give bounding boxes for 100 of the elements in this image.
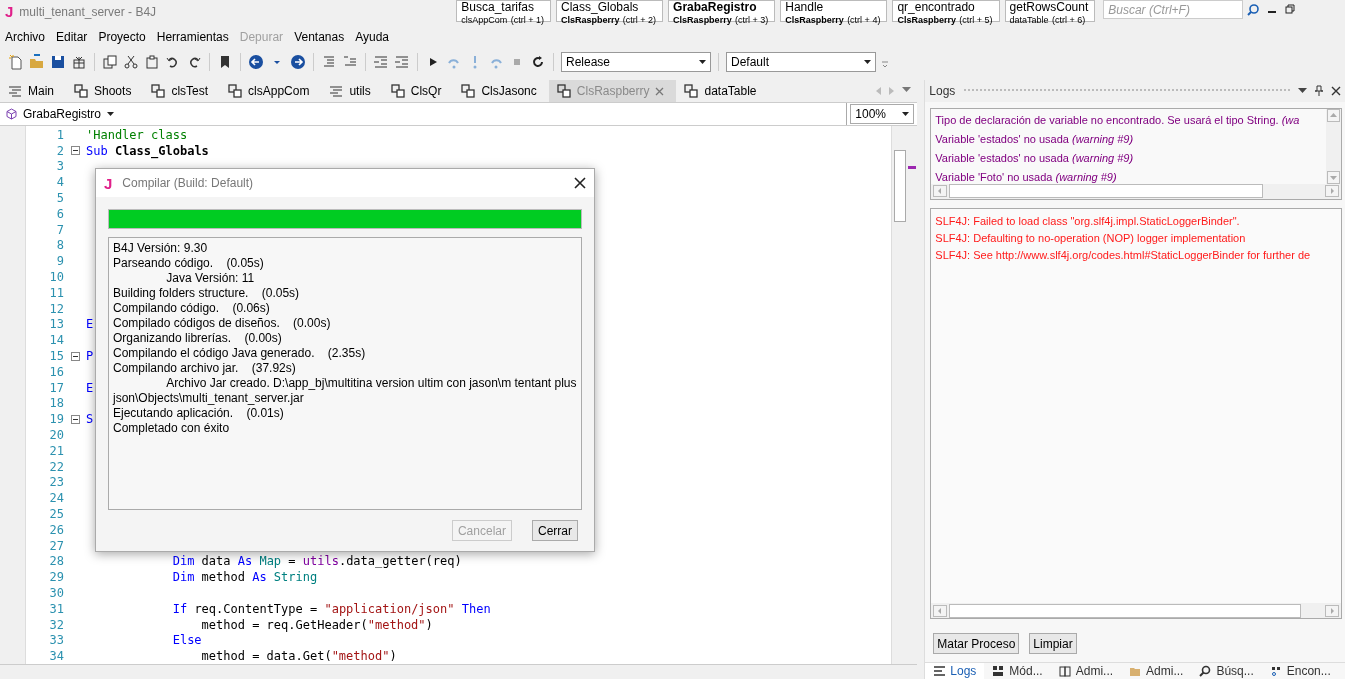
module-tab[interactable]: dataTable	[676, 80, 769, 102]
caret-icon[interactable]	[864, 60, 871, 64]
class-module-icon	[74, 84, 88, 98]
line-number: 22	[48, 459, 64, 474]
code-line: 'Handler class	[86, 127, 188, 142]
module-tab[interactable]: Shoots	[66, 80, 144, 102]
line-number: 20	[48, 428, 64, 443]
scrollbar-thumb[interactable]	[949, 184, 1264, 199]
line-number: 19	[48, 412, 64, 427]
menu-item[interactable]: Herramientas	[155, 30, 239, 44]
line-number: 18	[48, 396, 64, 411]
module-tab[interactable]: ClsJasonc	[453, 80, 549, 102]
menu-item[interactable]: Proyecto	[97, 30, 156, 44]
save-icon[interactable]	[50, 54, 66, 70]
output-line: Parseando código. (0.05s)	[113, 256, 265, 271]
clipboard-icon[interactable]	[144, 54, 160, 70]
line-number: 1	[55, 127, 64, 142]
module-tab[interactable]: clsTest	[143, 80, 221, 102]
output-line: Java Versión: 11	[165, 271, 256, 286]
search-icon	[1247, 3, 1260, 16]
dialog-button[interactable]: Cerrar	[532, 520, 578, 541]
code-line: E	[86, 380, 94, 395]
restart-icon[interactable]	[530, 54, 546, 70]
collapse-icon[interactable]	[70, 146, 80, 156]
panel-button[interactable]: Matar Proceso	[933, 633, 1020, 654]
line-number: 13	[48, 317, 64, 332]
caret-icon[interactable]	[107, 112, 115, 116]
caret-icon[interactable]	[902, 112, 910, 116]
vertical-scrollbar[interactable]	[891, 126, 908, 664]
code-line: P	[86, 349, 94, 364]
copy-icon[interactable]	[102, 54, 118, 70]
caret-icon[interactable]	[1298, 88, 1307, 94]
collapse-icon[interactable]	[70, 351, 80, 361]
app-logo: J	[4, 2, 15, 20]
menu-item[interactable]: Editar	[55, 30, 98, 44]
lines-icon	[933, 665, 946, 677]
module-tab[interactable]: Main	[0, 80, 66, 102]
output-line: Compilado códigos de diseños. (0.00s)	[113, 316, 332, 331]
outdent-icon[interactable]	[373, 54, 389, 70]
warning-line[interactable]: Variable 'estados' no usada (warning #9)	[935, 129, 1322, 149]
scrollbar-thumb[interactable]	[949, 603, 1302, 618]
menu-item[interactable]: Archivo	[4, 30, 55, 44]
code-line: Else	[171, 633, 202, 648]
build-config-dropdown[interactable]: Default	[726, 52, 876, 72]
line-number: 12	[48, 301, 64, 316]
collapse-icon[interactable]	[70, 414, 80, 424]
code-module-icon	[8, 84, 22, 98]
sub-dropdown[interactable]: GrabaRegistro	[0, 103, 848, 125]
book-icon	[1058, 665, 1071, 677]
line-number: 30	[48, 586, 64, 600]
module-tab[interactable]: clsAppCom	[220, 80, 322, 102]
cube-icon	[6, 108, 17, 120]
pin-icon[interactable]	[1315, 85, 1323, 97]
class-module-icon	[461, 84, 476, 98]
lines-icon[interactable]	[321, 54, 337, 70]
menu-item[interactable]: Ventanas	[293, 30, 355, 44]
output-line: Compilando código. (0.06s)	[113, 301, 271, 316]
scrollbar-thumb[interactable]	[894, 150, 907, 222]
warning-line[interactable]: Variable 'Foto' no usada (warning #9)	[935, 167, 1322, 184]
class-module-icon	[390, 84, 405, 98]
caret-icon[interactable]	[699, 60, 706, 64]
restore-icon[interactable]	[1285, 4, 1297, 14]
module-tab[interactable]: ClsQr	[382, 80, 454, 102]
line-number: 10	[48, 270, 64, 285]
indent-icon[interactable]	[394, 54, 410, 70]
build-mode-dropdown[interactable]: Release	[561, 52, 711, 72]
gift-box-icon[interactable]	[71, 54, 87, 70]
new-file-icon[interactable]	[8, 54, 24, 70]
output-line: Organizando librerías. (0.00s)	[113, 331, 283, 346]
panel-tab[interactable]: Búsq...	[1191, 663, 1262, 679]
output-line: Building folders structure. (0.05s)	[113, 286, 301, 301]
zoom-dropdown[interactable]: 100%	[850, 104, 915, 124]
scissors-icon[interactable]	[123, 54, 139, 70]
line-number: 3	[55, 159, 64, 174]
code-line: method = req.GetHeader("method")	[200, 617, 433, 632]
panel-tab[interactable]: Logs	[925, 663, 985, 679]
close-icon[interactable]	[574, 177, 586, 189]
app-logo: J	[104, 174, 113, 192]
code-line: S	[86, 412, 94, 427]
close-icon[interactable]	[1331, 85, 1341, 96]
line-number: 27	[48, 538, 64, 553]
class-module-icon	[228, 84, 243, 98]
open-folder-icon[interactable]	[29, 54, 45, 70]
search-field[interactable]: Buscar (Ctrl+F)	[1103, 0, 1244, 19]
panel-tab[interactable]: Admi...	[1050, 663, 1122, 679]
line-number: 7	[55, 222, 64, 237]
code-editor[interactable]	[0, 126, 918, 664]
code-line: Dim method As String	[171, 570, 318, 585]
panel-tab[interactable]: Mód...	[984, 663, 1051, 679]
line-number: 32	[48, 617, 64, 632]
panel-tab[interactable]: Admi...	[1121, 663, 1192, 679]
line-number: 21	[48, 443, 64, 458]
menu-item[interactable]: Ayuda	[354, 30, 399, 44]
warning-line[interactable]: Variable 'estados' no usada (warning #9)	[935, 148, 1322, 168]
module-tab[interactable]: utils	[321, 80, 383, 102]
line-number: 28	[48, 554, 64, 569]
warning-line[interactable]: Tipo de declaración de variable no encontrado. Se usará el tipo String. (wa	[935, 110, 1322, 130]
panel-button[interactable]: Limpiar	[1029, 633, 1077, 654]
panel-tab[interactable]: Encon...	[1261, 663, 1339, 679]
code-line: Dim data As Map = utils.data_getter(req)	[171, 554, 462, 569]
